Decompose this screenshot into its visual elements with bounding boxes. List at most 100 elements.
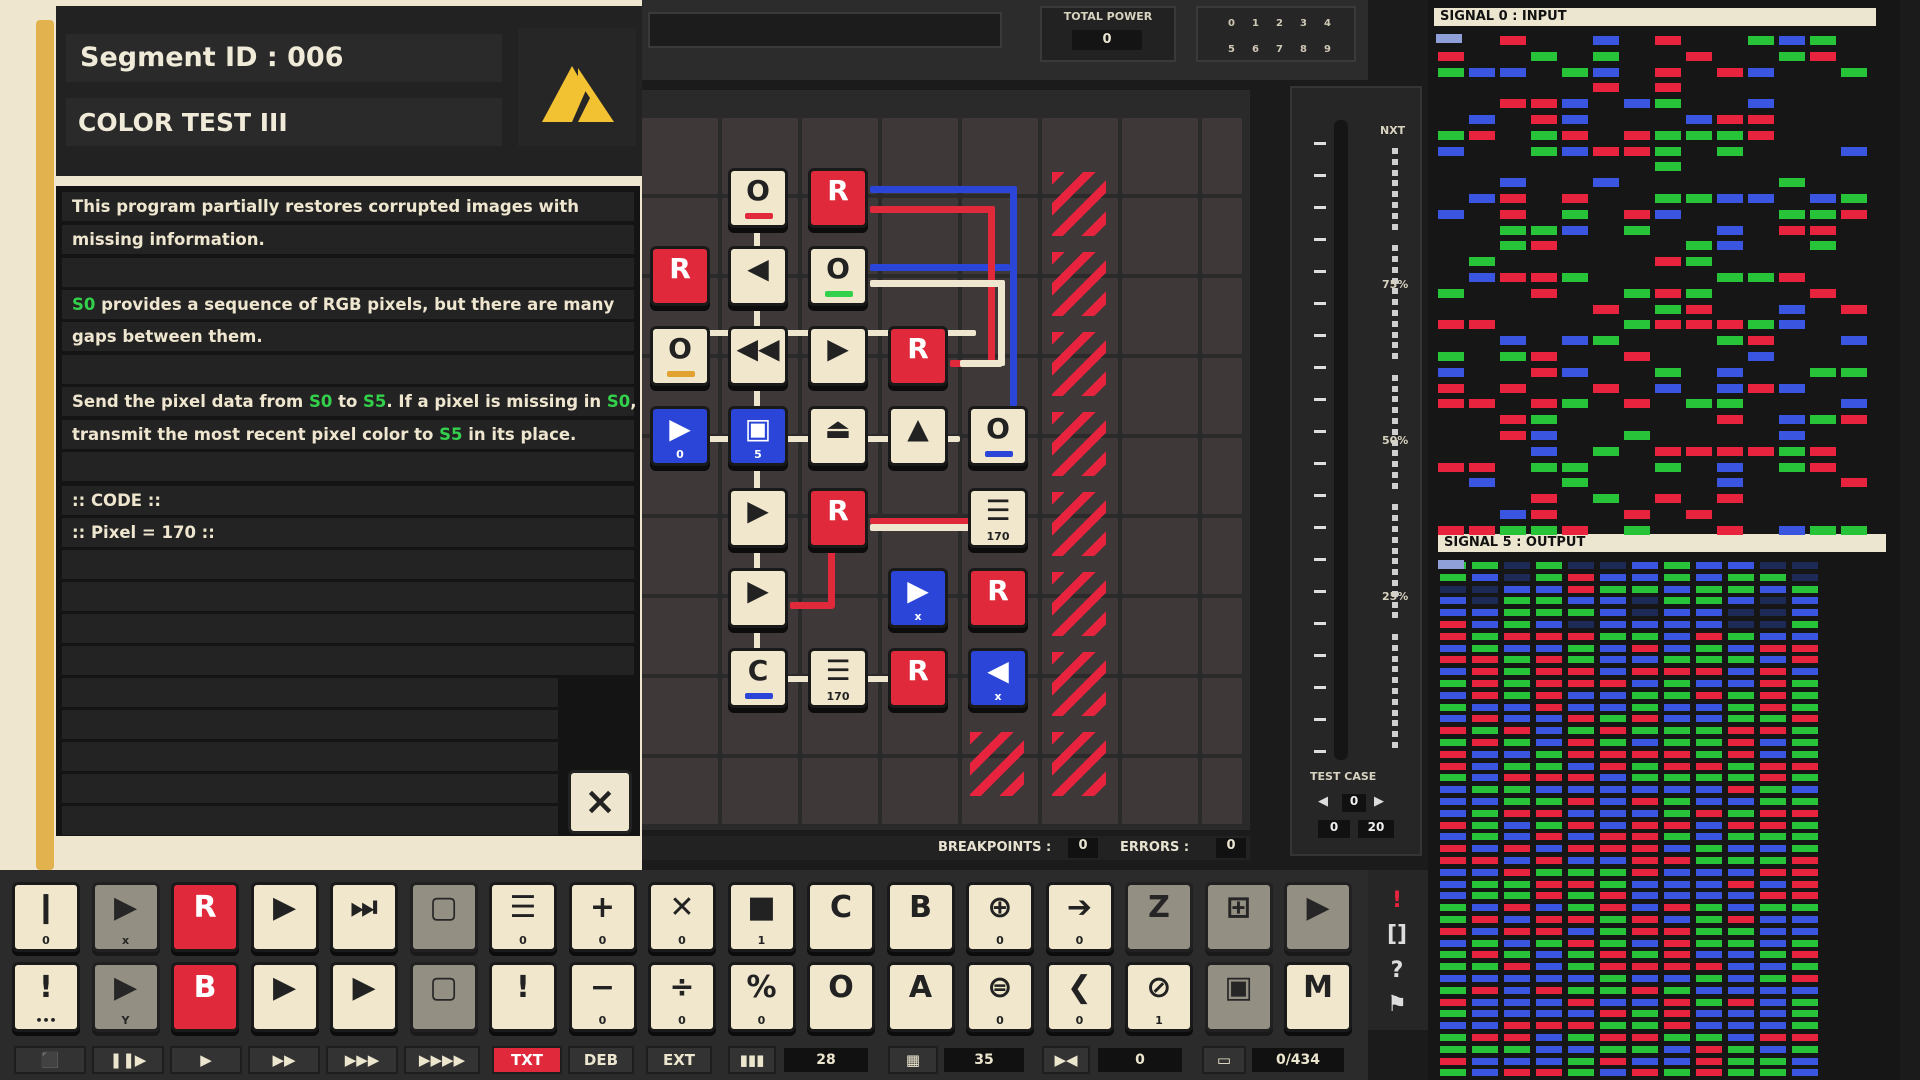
toolbar-block[interactable]: ❮ 0 <box>1045 962 1114 1032</box>
play-button[interactable]: ▶▶ <box>248 1046 320 1074</box>
toolbar-block[interactable]: ▶ <box>330 962 398 1032</box>
program-block[interactable]: ☰ 170 <box>968 488 1028 548</box>
grid-cell[interactable] <box>642 758 718 824</box>
toolbar-block[interactable]: ➔ 0 <box>1045 882 1114 952</box>
toolbar-block[interactable]: O <box>807 962 875 1032</box>
grid-cell[interactable] <box>882 758 958 824</box>
fastest-button[interactable]: ▶▶▶▶ <box>404 1046 480 1074</box>
slider-tick <box>1314 622 1326 625</box>
program-block[interactable]: O <box>728 168 788 228</box>
toolbar-block[interactable]: ▶ <box>250 882 319 952</box>
bracket-icon[interactable]: [] <box>1382 922 1412 947</box>
pause-button[interactable]: ❚❚▶ <box>92 1046 164 1074</box>
program-block[interactable]: ▶ <box>808 326 868 386</box>
program-block[interactable]: ☰ 170 <box>808 648 868 708</box>
grid-cell[interactable] <box>1122 118 1198 194</box>
step-button[interactable]: ▶ <box>170 1046 242 1074</box>
deb-button[interactable]: DEB <box>568 1046 634 1074</box>
txt-button[interactable]: TXT <box>492 1046 562 1074</box>
grid-cell[interactable] <box>1202 198 1242 274</box>
test-case-prev-icon[interactable]: ◀ <box>1318 794 1328 809</box>
grid-cell[interactable] <box>1202 278 1242 354</box>
grid-cell[interactable] <box>1202 598 1242 674</box>
toolbar-block[interactable]: ❙ 0 <box>12 882 80 952</box>
grid-cell[interactable] <box>1122 278 1198 354</box>
program-block[interactable]: O <box>650 326 710 386</box>
toolbar-block[interactable]: ⊜ 0 <box>966 962 1034 1032</box>
program-block[interactable]: R <box>808 168 868 228</box>
program-block[interactable]: O <box>968 406 1028 466</box>
grid-cell[interactable] <box>1202 758 1242 824</box>
digit-label: 9 <box>1324 44 1331 55</box>
toolbar-block[interactable]: ÷ 0 <box>648 962 716 1032</box>
program-block[interactable]: R <box>888 648 948 708</box>
toolbar-block[interactable]: ✕ 0 <box>648 882 716 952</box>
toolbar-block[interactable]: +0 <box>568 882 637 952</box>
program-block[interactable]: ▶ <box>728 568 788 628</box>
grid-cell[interactable] <box>1122 198 1198 274</box>
alert-icon[interactable]: ! <box>1382 888 1412 913</box>
toolbar-block[interactable]: ⊕ 0 <box>966 882 1034 952</box>
grid-cell[interactable] <box>1202 438 1242 514</box>
grid-cell[interactable] <box>1122 518 1198 594</box>
toolbar-block[interactable]: ⏭ <box>330 882 398 952</box>
toolbar-block[interactable]: ! ••• <box>12 962 80 1032</box>
name-field[interactable] <box>648 12 1002 48</box>
grid-cell[interactable] <box>1122 678 1198 754</box>
toolbar-block[interactable]: C <box>807 882 875 952</box>
program-block[interactable]: R <box>888 326 948 386</box>
program-block[interactable]: O <box>808 246 868 306</box>
program-block[interactable]: ◀ <box>728 246 788 306</box>
grid-cell[interactable] <box>962 118 1038 194</box>
grid-cell[interactable] <box>642 678 718 754</box>
test-case-next-icon[interactable]: ▶ <box>1374 794 1384 809</box>
toolbar-block[interactable]: % 0 <box>727 962 796 1032</box>
program-block[interactable]: ▶ x <box>888 568 948 628</box>
grid-cell[interactable] <box>642 598 718 674</box>
grid-cell[interactable] <box>1202 518 1242 594</box>
grid-cell[interactable] <box>1122 438 1198 514</box>
grid-cell[interactable] <box>802 758 878 824</box>
grid-cell[interactable] <box>1122 598 1198 674</box>
grid-cell[interactable] <box>642 518 718 594</box>
toolbar-block[interactable]: ⊘ 1 <box>1125 962 1193 1032</box>
grid-cell[interactable] <box>882 118 958 194</box>
program-block[interactable]: C <box>728 648 788 708</box>
stop-button[interactable]: ⬛ <box>14 1046 86 1074</box>
grid-cell[interactable] <box>1202 118 1242 194</box>
toolbar-block[interactable]: B <box>171 962 239 1032</box>
program-block[interactable]: ◀◀ <box>728 326 788 386</box>
program-block[interactable]: ⏏ <box>808 406 868 466</box>
program-block[interactable]: ▲ <box>888 406 948 466</box>
grid-cell[interactable] <box>642 118 718 194</box>
toolbar-block[interactable]: B <box>886 882 955 952</box>
program-block[interactable]: ▣ 5 <box>728 406 788 466</box>
close-button[interactable]: × <box>568 770 632 834</box>
ext-button[interactable]: EXT <box>646 1046 712 1074</box>
program-block[interactable]: R <box>968 568 1028 628</box>
program-block[interactable]: ◀ x <box>968 648 1028 708</box>
grid-cell[interactable] <box>722 758 798 824</box>
toolbar-block[interactable]: −0 <box>568 962 637 1032</box>
program-block[interactable]: R <box>808 488 868 548</box>
toolbar-block[interactable]: A <box>886 962 955 1032</box>
grid-cell[interactable] <box>1122 758 1198 824</box>
toolbar-block[interactable]: ▶ <box>250 962 319 1032</box>
toolbar-block[interactable]: ☰ 0 <box>489 882 557 952</box>
grid-cell[interactable] <box>1202 358 1242 434</box>
toolbar-block[interactable]: ! <box>489 962 557 1032</box>
program-block[interactable]: R <box>650 246 710 306</box>
toolbar-block[interactable]: ■ 1 <box>727 882 796 952</box>
grid-cell[interactable] <box>1122 358 1198 434</box>
signal-output-cell <box>1536 621 1562 628</box>
toolbar-block[interactable]: M <box>1284 962 1352 1032</box>
program-block[interactable]: ▶ <box>728 488 788 548</box>
program-block[interactable]: ▶ 0 <box>650 406 710 466</box>
block-glyph: C <box>747 654 769 687</box>
toolbar-block[interactable]: R <box>171 882 239 952</box>
speed-slider[interactable] <box>1334 120 1348 760</box>
grid-cell[interactable] <box>1202 678 1242 754</box>
help-icon[interactable]: ? <box>1382 958 1412 983</box>
flag-icon[interactable]: ⚑ <box>1382 992 1412 1017</box>
fast-button[interactable]: ▶▶▶ <box>326 1046 398 1074</box>
